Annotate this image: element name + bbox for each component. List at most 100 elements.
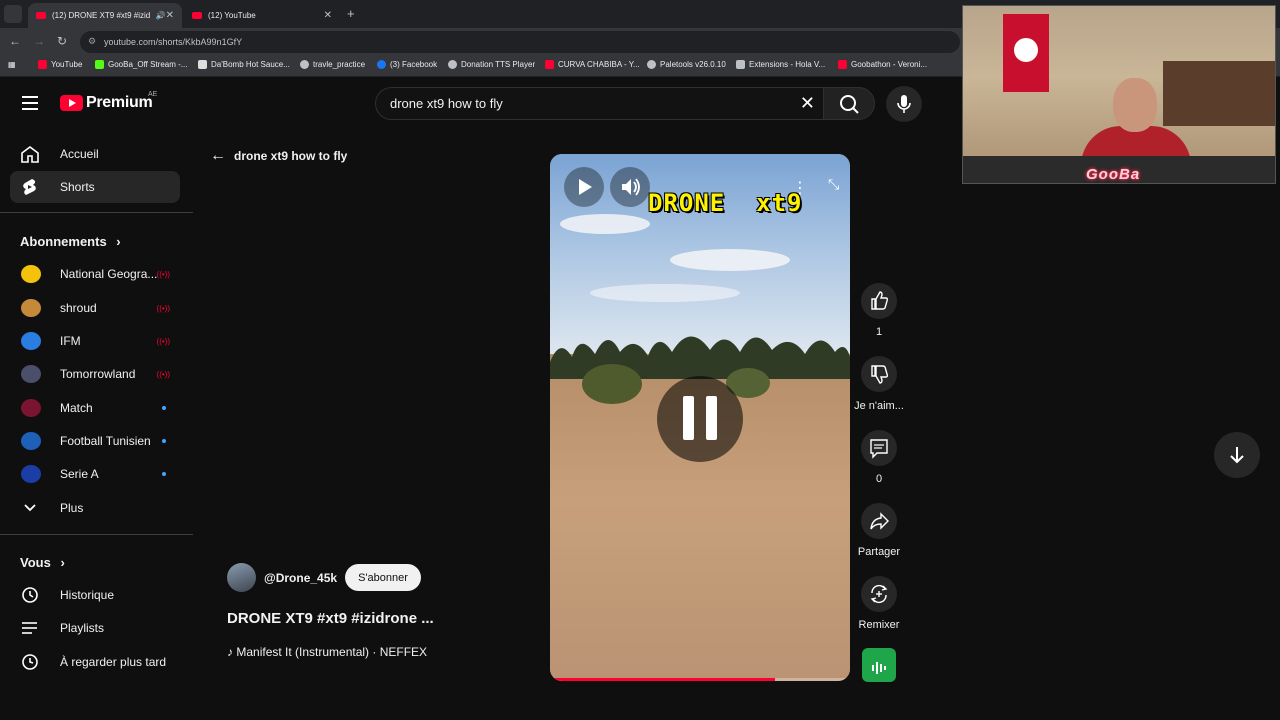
search-button[interactable] <box>823 87 875 120</box>
sidebar-item-shroud[interactable]: shroud ((•)) <box>10 292 180 324</box>
bookmark-extensions[interactable]: Extensions - Hola V... <box>736 60 825 69</box>
sidebar-item-label: Serie A <box>60 467 99 481</box>
volume-button[interactable] <box>610 167 650 207</box>
channel-name[interactable]: @Drone_45k <box>264 571 337 585</box>
sidebar-item-watch-later[interactable]: À regarder plus tard <box>10 646 180 678</box>
sidebar-item-serie-a[interactable]: Serie A <box>10 458 180 490</box>
apps-icon[interactable]: ▦ <box>8 60 16 69</box>
bookmark-paletools[interactable]: Paletools v26.0.10 <box>647 60 726 69</box>
arrow-down-icon <box>1230 447 1244 464</box>
search-input[interactable]: drone xt9 how to fly ✕ <box>375 87 823 120</box>
microphone-icon <box>897 95 911 113</box>
subscriptions-heading[interactable]: Abonnements › <box>20 234 121 249</box>
share-button[interactable] <box>861 503 897 539</box>
sidebar-item-label: Match <box>60 401 93 415</box>
pause-indicator[interactable] <box>657 376 743 462</box>
bookmark-facebook[interactable]: (3) Facebook <box>377 60 437 69</box>
clear-search-icon[interactable]: ✕ <box>800 93 815 114</box>
back-nav-icon[interactable]: ← <box>9 34 21 48</box>
music-note-icon: ♪ <box>227 645 233 659</box>
bookmark-curva-chabiba[interactable]: CURVA CHABIBA - Y... <box>545 60 640 69</box>
sidebar-item-ifm[interactable]: IFM ((•)) <box>10 325 180 357</box>
like-count: 1 <box>875 326 883 338</box>
sidebar-item-label: National Geogra... <box>60 267 158 281</box>
comments-button[interactable] <box>861 430 897 466</box>
music-label: Manifest It (Instrumental) · NEFFEX <box>236 645 428 659</box>
music-link[interactable]: ♪ Manifest It (Instrumental) · NEFFEX <box>227 645 427 659</box>
avatar <box>21 465 41 483</box>
tab-search-button[interactable] <box>4 5 22 23</box>
you-heading[interactable]: Vous › <box>20 555 65 570</box>
shorts-video-player[interactable]: DRONE xt9 ⋮ ⤡ <box>550 154 850 681</box>
youtube-favicon-icon <box>192 12 202 19</box>
browser-tab-active[interactable]: (12) DRONE XT9 #xt9 #izid 🔊 ✕ <box>28 3 182 28</box>
webcam-shelf <box>1163 61 1275 126</box>
site-info-icon[interactable]: ⚙ <box>88 36 96 47</box>
sidebar-item-football-tunisien[interactable]: Football Tunisien <box>10 425 180 457</box>
sidebar-item-plus[interactable]: Plus <box>10 492 180 524</box>
sidebar-item-label: À regarder plus tard <box>60 655 167 669</box>
like-button[interactable] <box>861 283 897 319</box>
sidebar-item-tomorrowland[interactable]: Tomorrowland ((•)) <box>10 358 180 390</box>
forward-nav-icon[interactable]: → <box>33 34 45 48</box>
live-indicator-icon: ((•)) <box>156 370 170 379</box>
video-frame-bush <box>582 364 642 404</box>
sidebar-item-match[interactable]: Match <box>10 392 180 424</box>
menu-icon[interactable] <box>22 96 38 110</box>
comment-count: 0 <box>875 473 883 485</box>
live-indicator-icon: ((•)) <box>156 270 170 279</box>
youtube-favicon-icon <box>36 12 46 19</box>
video-progress-bar[interactable] <box>550 678 850 681</box>
sidebar-item-national-geographic[interactable]: National Geogra... ((•)) <box>10 258 180 290</box>
sidebar-item-playlists[interactable]: Playlists <box>10 612 180 644</box>
subscribe-button[interactable]: S'abonner <box>345 564 421 591</box>
video-frame-cloud <box>670 249 790 271</box>
sidebar-item-historique[interactable]: Historique <box>10 579 180 611</box>
fullscreen-icon[interactable]: ⤡ <box>828 176 839 193</box>
sidebar-divider <box>0 212 193 213</box>
shorts-icon <box>23 179 36 195</box>
bookmark-donation-tts[interactable]: Donation TTS Player <box>448 60 535 69</box>
video-progress-fill <box>550 678 775 681</box>
sidebar-item-label: Plus <box>60 501 84 515</box>
channel-avatar[interactable] <box>227 563 256 592</box>
sidebar-item-shorts[interactable]: Shorts <box>10 171 180 203</box>
youtube-play-icon <box>60 95 83 111</box>
thumbs-up-icon <box>871 291 889 310</box>
bookmark-dabomb[interactable]: Da'Bomb Hot Sauce... <box>198 60 290 69</box>
voice-search-button[interactable] <box>886 86 922 122</box>
new-tab-icon[interactable]: + <box>347 6 355 21</box>
bookmark-gooba-off-stream[interactable]: GooBa_Off Stream -... <box>95 60 187 69</box>
short-title[interactable]: DRONE XT9 #xt9 #izidrone ... <box>227 610 434 627</box>
playlists-icon <box>22 622 37 634</box>
next-short-button[interactable] <box>1214 432 1260 478</box>
logo-text: Premium <box>86 94 153 111</box>
dislike-button[interactable] <box>861 356 897 392</box>
tab-label: (12) YouTube <box>208 11 256 20</box>
bookmark-youtube[interactable]: YouTube <box>38 60 82 69</box>
dislike-label: Je n'aim... <box>854 400 904 412</box>
sidebar-item-label: Tomorrowland <box>60 367 136 381</box>
avatar <box>21 365 41 383</box>
tab-close-icon[interactable]: ✕ <box>324 10 332 21</box>
play-button[interactable] <box>564 167 604 207</box>
bookmark-travle-practice[interactable]: travle_practice <box>300 60 365 69</box>
back-to-search-link[interactable]: ← drone xt9 how to fly <box>210 147 347 165</box>
avatar <box>21 399 41 417</box>
remix-label: Remixer <box>858 619 900 631</box>
more-options-icon[interactable]: ⋮ <box>792 178 808 198</box>
tab-audio-icon[interactable]: 🔊 <box>156 11 166 20</box>
tab-close-icon[interactable]: ✕ <box>166 10 174 21</box>
url-bar[interactable]: ⚙ youtube.com/shorts/KkbA99n1GfY <box>80 31 960 53</box>
youtube-premium-logo[interactable]: Premium AE <box>60 91 157 112</box>
reload-icon[interactable]: ↻ <box>57 34 67 48</box>
sidebar-item-accueil[interactable]: Accueil <box>10 138 180 170</box>
bookmark-goobathon[interactable]: Goobathon - Veroni... <box>838 60 927 69</box>
new-content-dot <box>162 439 166 443</box>
video-frame-cloud <box>590 284 740 302</box>
live-indicator-icon: ((•)) <box>156 337 170 346</box>
browser-tab[interactable]: (12) YouTube ✕ <box>184 3 340 28</box>
sidebar-item-label: Shorts <box>60 180 95 194</box>
sound-thumbnail[interactable] <box>862 648 896 682</box>
remix-button[interactable] <box>861 576 897 612</box>
